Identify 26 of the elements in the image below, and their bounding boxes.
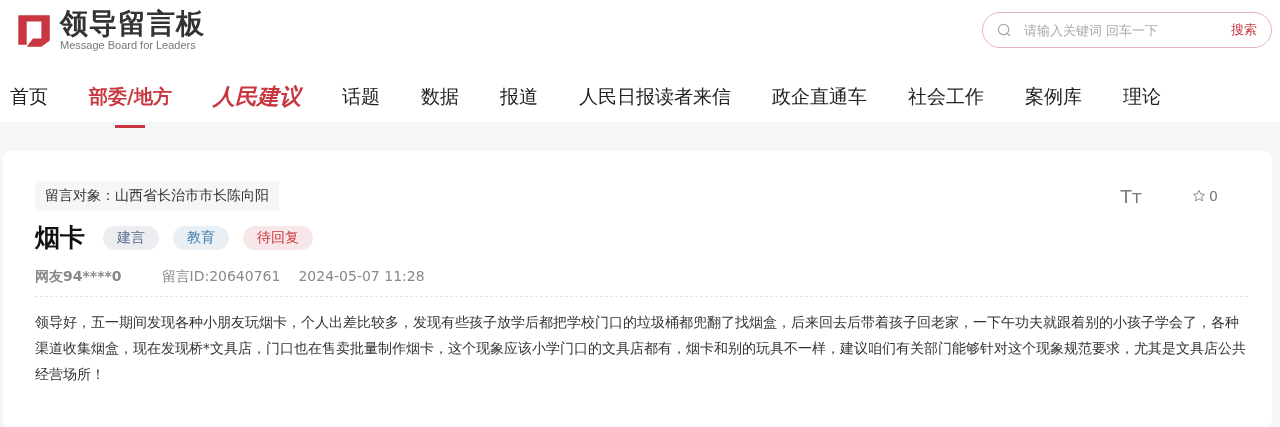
nav-tab[interactable]: 政企直通车	[771, 66, 867, 128]
nav-tab[interactable]: 话题	[341, 66, 380, 128]
favorite-button[interactable]: 0	[1192, 188, 1218, 204]
nav-tab[interactable]: 人民建议	[212, 64, 301, 130]
nav-tab[interactable]: 案例库	[1024, 66, 1082, 128]
message-time: 2024-05-07 11:28	[298, 268, 425, 286]
tag: 待回复	[243, 225, 313, 250]
nav-tab[interactable]: 数据	[420, 66, 459, 128]
font-size-button[interactable]: Tт	[1120, 185, 1143, 207]
logo-subtitle: Message Board for Leaders	[60, 39, 197, 51]
nav-tab[interactable]: 首页	[10, 66, 48, 128]
search-icon	[997, 22, 1012, 38]
author-name: 网友94****0	[35, 268, 122, 286]
message-body: 领导好，五一期间发现各种小朋友玩烟卡，个人出差比较多，发现有些孩子放学后都把学校门口的垃圾桶都兜翻了找烟盒，后来回去后带着孩子回老家，一下午功夫就跟着别的小孩子学会了，各种渠道收集烟盒，现在发现桥*文具店，门口也在售卖批量制作烟卡，这个现象应该小学门口的文具店都有，烟卡和别的玩具不一样，建议咱们有关部门能够针对这个现象规范要求，尤其是文具店公共经营场所！	[35, 313, 1247, 384]
message-id: 留言ID:20640761	[161, 268, 281, 286]
search-button[interactable]: 搜索	[1231, 21, 1257, 39]
recipient-label: 留言对象：山西省长治市市长陈向阳	[35, 181, 279, 211]
tag: 建言	[103, 225, 159, 250]
nav-tab[interactable]: 人民日报读者来信	[578, 66, 731, 128]
nav-tab[interactable]: 理论	[1122, 66, 1161, 128]
logo-title: 领导留言板	[60, 9, 205, 39]
nav-tab[interactable]: 社会工作	[907, 66, 984, 128]
nav-tab[interactable]: 报道	[499, 66, 538, 128]
tag: 教育	[173, 225, 229, 250]
message-title: 烟卡	[35, 222, 85, 254]
star-icon	[1192, 189, 1207, 203]
